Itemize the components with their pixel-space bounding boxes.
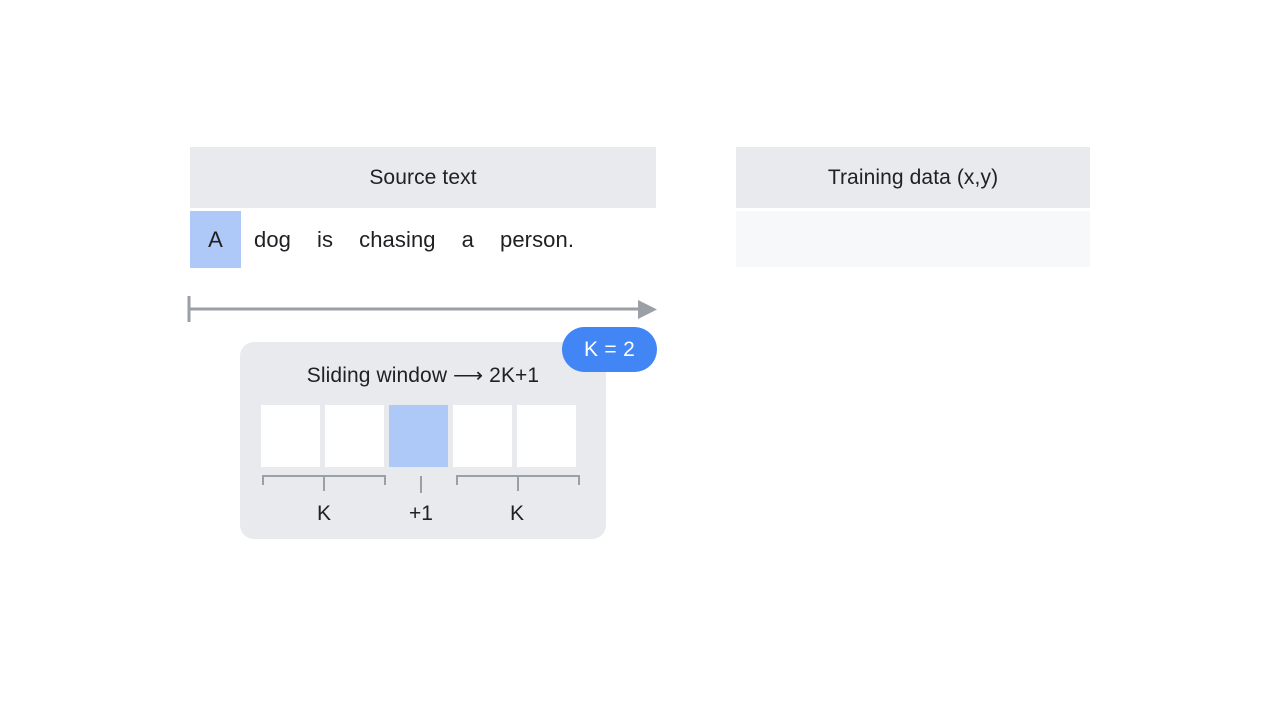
sliding-window-cell-row [261,405,576,467]
k-value-badge-label: K = 2 [583,337,636,361]
sliding-window-title: Sliding window ⟶ 2K+1 [306,364,540,387]
source-token-0[interactable]: A [190,211,241,268]
window-bracket-label-right: K [509,502,525,525]
source-token-3[interactable]: chasing [346,211,449,268]
source-text-panel-header: Source text [190,147,656,208]
training-data-rows-container [736,211,1090,267]
training-data-panel-header: Training data (x,y) [736,147,1090,208]
sliding-window-cell-1[interactable] [325,405,384,467]
window-brackets-icon [262,475,580,493]
source-token-1-label: dog [254,226,292,252]
sliding-window-card: Sliding window ⟶ 2K+1 K +1 K [240,342,606,539]
source-token-4[interactable]: a [449,211,487,268]
source-token-row: A dog is chasing a person. [190,211,656,268]
sliding-window-cell-3[interactable] [453,405,512,467]
source-token-2[interactable]: is [304,211,346,268]
source-token-1[interactable]: dog [241,211,304,268]
k-value-badge[interactable]: K = 2 [562,327,657,372]
scan-direction-arrow-icon [187,296,657,322]
source-token-3-label: chasing [359,226,436,252]
source-token-0-label: A [208,226,223,252]
sliding-window-cell-4[interactable] [517,405,576,467]
sliding-window-cell-0[interactable] [261,405,320,467]
window-bracket-label-center: +1 [409,502,433,525]
source-token-5[interactable]: person. [487,211,587,268]
source-token-5-label: person. [499,226,575,252]
training-data-panel-title: Training data (x,y) [827,165,999,189]
training-data-panel: Training data (x,y) [736,147,1090,267]
source-token-4-label: a [461,226,474,252]
sliding-window-cell-2-center[interactable] [389,405,448,467]
source-text-panel: Source text A dog is chasing a person. [190,147,656,268]
source-token-2-label: is [317,226,334,252]
source-text-panel-title: Source text [369,165,477,189]
window-bracket-labels: K +1 K [240,502,606,534]
window-bracket-label-left: K [316,502,332,525]
